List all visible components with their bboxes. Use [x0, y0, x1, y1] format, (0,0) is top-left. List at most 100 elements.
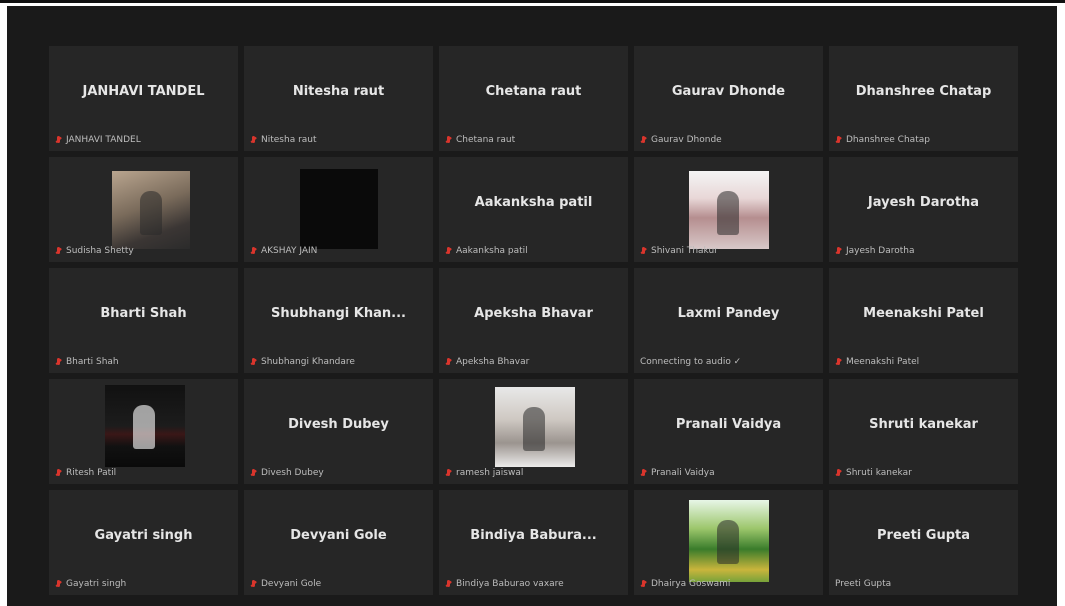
participant-name-label: Pranali Vaidya [640, 468, 715, 478]
mic-muted-icon [445, 579, 452, 589]
participant-tile[interactable]: Shruti kanekar Shruti kanekar [829, 379, 1018, 484]
participant-display-name: Bharti Shah [100, 306, 187, 321]
participant-video [300, 169, 378, 249]
participant-display-name: Pranali Vaidya [675, 417, 782, 432]
mic-muted-icon [250, 468, 257, 478]
participant-tile[interactable]: Dhanshree Chatap Dhanshree Chatap [829, 46, 1018, 151]
participant-display-name: Shubhangi Khan... [271, 306, 406, 321]
participant-tile[interactable]: Jayesh Darotha Jayesh Darotha [829, 157, 1018, 262]
participant-tile[interactable]: Apeksha Bhavar Apeksha Bhavar [439, 268, 628, 373]
participant-name-label: Connecting to audio ✓ [640, 357, 741, 367]
participant-name-label: Shivani Thakur [640, 246, 718, 256]
participant-tile[interactable]: Dhairya Goswami [634, 490, 823, 595]
mic-muted-icon [445, 246, 452, 256]
participant-tile[interactable]: Ritesh Patil [49, 379, 238, 484]
participant-name-text: Gaurav Dhonde [651, 135, 722, 145]
participant-name-label: Bindiya Baburao vaxare [445, 579, 564, 589]
participant-tile[interactable]: Nitesha raut Nitesha raut [244, 46, 433, 151]
participant-video [689, 171, 769, 249]
participant-name-label: Nitesha raut [250, 135, 317, 145]
participant-video [495, 387, 575, 467]
mic-muted-icon [445, 357, 452, 367]
mic-muted-icon [55, 579, 62, 589]
participant-name-text: Chetana raut [456, 135, 516, 145]
mic-muted-icon [835, 468, 842, 478]
participant-name-text: Dhanshree Chatap [846, 135, 930, 145]
participant-name-label: ramesh jaiswal [445, 468, 523, 478]
mic-muted-icon [640, 135, 647, 145]
participant-name-text: Sudisha Shetty [66, 246, 134, 256]
screenshot-frame: JANHAVI TANDEL JANHAVI TANDEL Nitesha raut… [0, 0, 1065, 606]
participant-display-name: Preeti Gupta [877, 528, 970, 543]
participant-tile[interactable]: Sudisha Shetty [49, 157, 238, 262]
participant-tile[interactable]: Shubhangi Khan... Shubhangi Khandare [244, 268, 433, 373]
participant-figure [523, 407, 545, 451]
participant-display-name: Dhanshree Chatap [855, 84, 992, 99]
participant-tile[interactable]: Meenakshi Patel Meenakshi Patel [829, 268, 1018, 373]
participant-tile[interactable]: Laxmi Pandey Connecting to audio ✓ [634, 268, 823, 373]
participant-video [105, 385, 185, 467]
mic-muted-icon [55, 357, 62, 367]
participant-tile[interactable]: Aakanksha patil Aakanksha patil [439, 157, 628, 262]
participant-name-label: Apeksha Bhavar [445, 357, 529, 367]
participant-display-name: Aakanksha patil [474, 195, 593, 210]
participant-name-label: Chetana raut [445, 135, 515, 145]
participant-name-text: Shubhangi Khandare [261, 357, 355, 367]
mic-muted-icon [835, 246, 842, 256]
participant-name-text: Aakanksha patil [456, 246, 528, 256]
participant-name-label: Sudisha Shetty [55, 246, 134, 256]
participant-display-name: Bindiya Babura... [470, 528, 597, 543]
participant-tile[interactable]: Gaurav Dhonde Gaurav Dhonde [634, 46, 823, 151]
mic-muted-icon [250, 357, 257, 367]
participant-name-label: JANHAVI TANDEL [55, 135, 141, 145]
participant-tile[interactable]: Chetana raut Chetana raut [439, 46, 628, 151]
participant-name-text: Bindiya Baburao vaxare [456, 579, 564, 589]
participant-name-label: Bharti Shah [55, 357, 119, 367]
participant-display-name: Meenakshi Patel [863, 306, 984, 321]
mic-muted-icon [445, 468, 452, 478]
participant-display-name: Devyani Gole [290, 528, 387, 543]
participant-name-text: Pranali Vaidya [651, 468, 715, 478]
participant-tile[interactable]: Devyani Gole Devyani Gole [244, 490, 433, 595]
participant-tile[interactable]: AKSHAY JAIN [244, 157, 433, 262]
mic-muted-icon [445, 135, 452, 145]
participant-tile[interactable]: Bindiya Babura... Bindiya Baburao vaxare [439, 490, 628, 595]
participant-name-text: JANHAVI TANDEL [66, 135, 141, 145]
participant-name-label: Aakanksha patil [445, 246, 528, 256]
participant-display-name: Chetana raut [485, 84, 582, 99]
participant-name-label: Ritesh Patil [55, 468, 116, 478]
mic-muted-icon [55, 468, 62, 478]
participant-name-label: Divesh Dubey [250, 468, 324, 478]
participant-figure [717, 191, 739, 235]
mic-muted-icon [250, 135, 257, 145]
participant-display-name: Shruti kanekar [869, 417, 978, 432]
participant-figure [140, 191, 162, 235]
participant-name-text: Dhairya Goswami [651, 579, 731, 589]
participant-name-text: Gayatri singh [66, 579, 127, 589]
participant-tile[interactable]: ramesh jaiswal [439, 379, 628, 484]
participant-name-label: Dhanshree Chatap [835, 135, 930, 145]
participant-display-name: Laxmi Pandey [677, 306, 780, 321]
participant-name-text: Shruti kanekar [846, 468, 912, 478]
participant-name-label: Dhairya Goswami [640, 579, 730, 589]
mic-muted-icon [835, 357, 842, 367]
participant-name-label: Gaurav Dhonde [640, 135, 722, 145]
mic-muted-icon [835, 135, 842, 145]
participant-tile[interactable]: JANHAVI TANDEL JANHAVI TANDEL [49, 46, 238, 151]
participant-name-label: Preeti Gupta [835, 579, 891, 589]
participant-name-text: Bharti Shah [66, 357, 119, 367]
participant-tile[interactable]: Shivani Thakur [634, 157, 823, 262]
participant-name-label: AKSHAY JAIN [250, 246, 317, 256]
participant-tile[interactable]: Divesh Dubey Divesh Dubey [244, 379, 433, 484]
participant-name-text: AKSHAY JAIN [261, 246, 318, 256]
participant-tile[interactable]: Preeti Gupta Preeti Gupta [829, 490, 1018, 595]
participant-tile[interactable]: Pranali Vaidya Pranali Vaidya [634, 379, 823, 484]
participant-tile[interactable]: Gayatri singh Gayatri singh [49, 490, 238, 595]
participant-display-name: Gayatri singh [94, 528, 193, 543]
mic-muted-icon [250, 246, 257, 256]
participant-name-label: Devyani Gole [250, 579, 321, 589]
participant-tile[interactable]: Bharti Shah Bharti Shah [49, 268, 238, 373]
participant-video [112, 171, 190, 249]
participant-name-label: Meenakshi Patel [835, 357, 919, 367]
participant-name-text: Connecting to audio ✓ [640, 357, 742, 367]
